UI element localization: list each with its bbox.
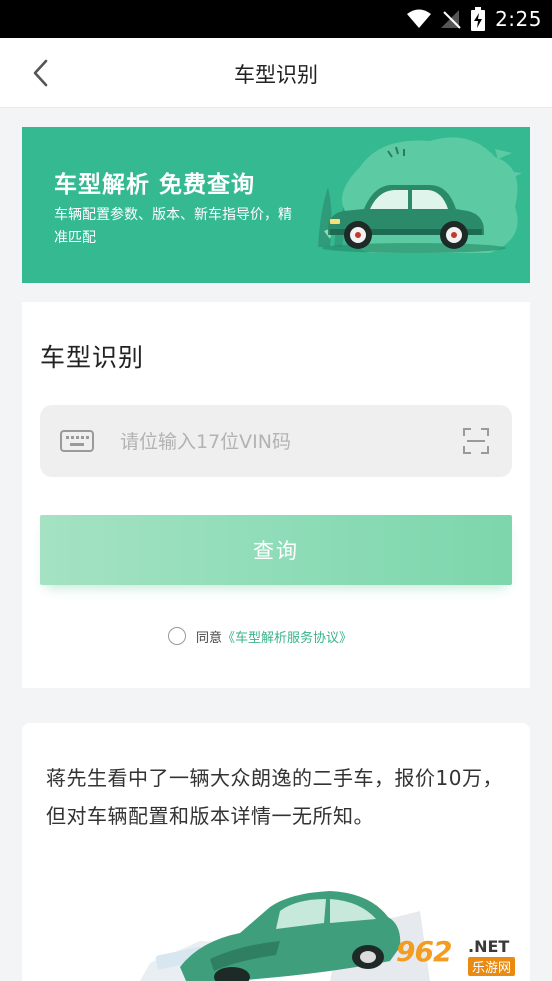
- query-button[interactable]: 查询: [40, 515, 512, 585]
- status-time: 2:25: [495, 7, 542, 31]
- wifi-icon: [407, 9, 432, 28]
- vin-query-card: 车型识别 查询 同意 《车型解析服务协议》: [22, 302, 530, 688]
- watermark: 962 .NET 乐游网: [394, 933, 524, 977]
- watermark-number: 962: [396, 935, 452, 968]
- agreement-row: 同意 《车型解析服务协议》: [168, 625, 352, 647]
- agree-label: 同意: [196, 630, 223, 646]
- banner-title: 车型解析 免费查询: [54, 172, 256, 198]
- promo-banner: 车型解析 免费查询 车辆配置参数、版本、新车指导价，精准匹配: [22, 127, 530, 283]
- agreement-link[interactable]: 《车型解析服务协议》: [222, 627, 352, 646]
- no-signal-icon: [441, 10, 461, 29]
- status-bar: 2:25: [0, 0, 552, 38]
- agree-radio[interactable]: [168, 627, 186, 645]
- car-illustration: [318, 137, 522, 253]
- story-card: 蒋先生看中了一辆大众朗逸的二手车，报价10万，但对车辆配置和版本详情一无所知。 …: [22, 723, 530, 981]
- scan-icon[interactable]: [462, 427, 490, 455]
- watermark-suffix: .NET: [468, 937, 510, 956]
- section-title: 车型识别: [40, 343, 145, 372]
- watermark-site: 乐游网: [468, 957, 516, 976]
- battery-charging-icon: [471, 7, 486, 31]
- keyboard-icon[interactable]: [60, 430, 94, 452]
- vin-input[interactable]: [118, 423, 442, 461]
- vin-input-box: [40, 405, 512, 477]
- status-icons: 2:25: [407, 7, 542, 31]
- story-text: 蒋先生看中了一辆大众朗逸的二手车，报价10万，但对车辆配置和版本详情一无所知。: [46, 766, 503, 828]
- page-title: 车型识别: [234, 63, 318, 87]
- app-header: 车型识别: [0, 38, 552, 108]
- banner-description: 车辆配置参数、版本、新车指导价，精准匹配: [54, 207, 292, 246]
